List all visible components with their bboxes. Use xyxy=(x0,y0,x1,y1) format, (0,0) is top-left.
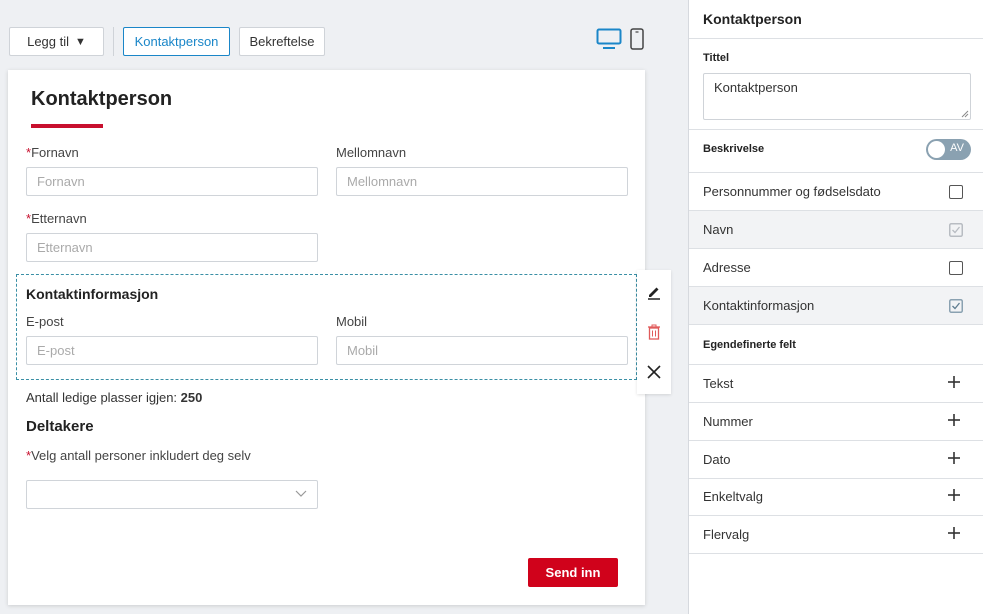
available-seats: Antall ledige plasser igjen: 250 xyxy=(26,390,202,405)
mobile-input[interactable]: Mobil xyxy=(336,336,628,365)
plus-icon[interactable] xyxy=(947,526,961,540)
seats-label: Antall ledige plasser igjen: xyxy=(26,390,178,405)
mobile-label: Mobil xyxy=(336,314,368,329)
divider xyxy=(689,38,983,39)
email-input[interactable]: E-post xyxy=(26,336,318,365)
custom-field-number[interactable]: Nummer xyxy=(689,403,983,441)
option-row-address[interactable]: Adresse xyxy=(689,249,983,287)
custom-fields-label: Egendefinerte felt xyxy=(703,339,796,351)
plus-icon[interactable] xyxy=(947,375,961,389)
trash-icon xyxy=(648,324,660,340)
tab-confirmation[interactable]: Bekreftelse xyxy=(239,27,325,56)
option-label: Personnummer og fødselsdato xyxy=(703,184,881,199)
add-dropdown-button[interactable]: Legg til ▼ xyxy=(9,27,104,56)
option-row-personal-id[interactable]: Personnummer og fødselsdato xyxy=(689,173,983,211)
caret-down-icon: ▼ xyxy=(75,35,86,48)
edit-button[interactable] xyxy=(637,272,671,312)
option-label: Navn xyxy=(703,222,734,237)
checkbox-checked-disabled-icon xyxy=(949,223,963,237)
custom-field-text[interactable]: Tekst xyxy=(689,365,983,403)
participants-title: Deltakere xyxy=(26,418,94,435)
middlename-input[interactable]: Mellomnavn xyxy=(336,167,628,196)
lastname-label: *Etternavn xyxy=(26,211,87,226)
toggle-knob xyxy=(928,141,945,158)
custom-field-multiple-choice[interactable]: Flervalg xyxy=(689,516,983,554)
title-textarea[interactable]: Kontaktperson xyxy=(703,73,971,120)
option-label: Kontaktinformasjon xyxy=(703,298,815,313)
contact-info-title: Kontaktinformasjon xyxy=(26,286,159,302)
group-actions xyxy=(637,270,671,394)
participants-select[interactable] xyxy=(26,480,318,509)
firstname-input[interactable]: Fornavn xyxy=(26,167,318,196)
resize-handle-icon[interactable] xyxy=(961,110,969,118)
close-button[interactable] xyxy=(637,352,671,392)
panel-title: Kontaktperson xyxy=(703,11,802,27)
custom-field-label: Flervalg xyxy=(703,527,750,542)
firstname-label: *Fornavn xyxy=(26,145,79,160)
tab-contact-person[interactable]: Kontaktperson xyxy=(123,27,230,56)
email-label: E-post xyxy=(26,314,64,329)
lastname-input[interactable]: Etternavn xyxy=(26,233,318,262)
option-checkbox[interactable] xyxy=(949,185,963,199)
custom-field-label: Enkeltvalg xyxy=(703,489,763,504)
option-label: Adresse xyxy=(703,260,751,275)
custom-field-date[interactable]: Dato xyxy=(689,441,983,479)
option-row-contact-info[interactable]: Kontaktinformasjon xyxy=(689,287,983,325)
properties-panel: Kontaktperson Tittel Kontaktperson Beskr… xyxy=(688,0,983,614)
chevron-down-icon xyxy=(295,490,307,497)
desktop-icon[interactable] xyxy=(596,28,622,50)
add-button-label: Legg til xyxy=(27,34,70,49)
custom-field-label: Nummer xyxy=(703,414,753,429)
middlename-label: Mellomnavn xyxy=(336,145,407,160)
title-field-label: Tittel xyxy=(703,52,730,64)
checkbox-checked-icon[interactable] xyxy=(949,299,963,313)
lastname-label-text: Etternavn xyxy=(31,211,87,226)
divider xyxy=(689,129,983,130)
option-row-name[interactable]: Navn xyxy=(689,211,983,249)
delete-button[interactable] xyxy=(637,312,671,352)
plus-icon[interactable] xyxy=(947,488,961,502)
plus-icon[interactable] xyxy=(947,413,961,427)
firstname-label-text: Fornavn xyxy=(31,145,79,160)
title-underline xyxy=(31,124,103,128)
description-label: Beskrivelse xyxy=(703,143,765,155)
form-card: Kontaktperson *Fornavn Fornavn Mellomnav… xyxy=(8,70,645,605)
custom-field-label: Tekst xyxy=(703,376,734,391)
plus-icon[interactable] xyxy=(947,451,961,465)
form-title: Kontaktperson xyxy=(31,88,173,110)
mobile-icon[interactable] xyxy=(630,28,644,50)
toolbar: Legg til ▼ Kontaktperson Bekreftelse xyxy=(0,0,688,70)
custom-field-label: Dato xyxy=(703,452,731,467)
participants-select-label: *Velg antall personer inkludert deg selv xyxy=(26,448,251,463)
toggle-state: AV xyxy=(950,142,964,154)
description-toggle[interactable]: AV xyxy=(926,139,971,160)
seats-value: 250 xyxy=(180,390,203,405)
toolbar-divider xyxy=(113,27,114,56)
close-icon xyxy=(647,365,661,379)
pencil-icon xyxy=(648,287,660,300)
submit-button[interactable]: Send inn xyxy=(528,558,618,587)
custom-field-single-choice[interactable]: Enkeltvalg xyxy=(689,478,983,516)
option-checkbox[interactable] xyxy=(949,261,963,275)
participants-select-label-text: Velg antall personer inkludert deg selv xyxy=(31,448,251,463)
